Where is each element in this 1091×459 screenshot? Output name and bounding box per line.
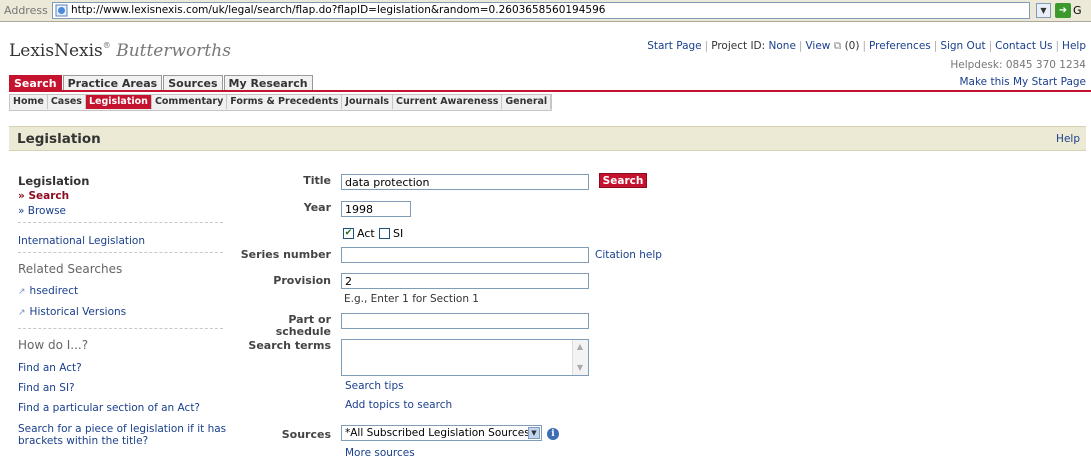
nav-international-link[interactable]: International Legislation	[18, 235, 145, 247]
logo-reg: ®	[102, 41, 111, 50]
provision-hint: E.g., Enter 1 for Section 1	[344, 293, 479, 305]
section-header: Legislation Help	[9, 126, 1086, 151]
sources-label: Sources	[281, 428, 331, 441]
nav-browse-link[interactable]: » Browse	[18, 205, 66, 217]
subtab-current-awareness[interactable]: Current Awareness	[393, 95, 503, 109]
nav-divider	[18, 222, 223, 223]
view-link[interactable]: View	[805, 40, 830, 52]
subtab-journals[interactable]: Journals	[342, 95, 394, 109]
address-field[interactable]: http://www.lexisnexis.com/uk/legal/searc…	[52, 2, 1030, 19]
find-si-link[interactable]: Find an SI?	[18, 382, 75, 394]
tab-practice-areas[interactable]: Practice Areas	[62, 75, 163, 91]
help-link[interactable]: Help	[1062, 40, 1086, 52]
tab-sources[interactable]: Sources	[163, 75, 223, 91]
find-brackets-link[interactable]: Search for a piece of legislation if it …	[18, 423, 226, 447]
search-terms-label: Search terms	[248, 339, 331, 352]
si-checkbox[interactable]	[379, 228, 390, 239]
make-start-page-link[interactable]: Make this My Start Page	[959, 76, 1086, 88]
nav-title: Legislation	[18, 174, 90, 188]
nav-historical[interactable]: ↗ Historical Versions	[18, 306, 126, 318]
external-link-icon: ↗	[18, 308, 26, 318]
textarea-scrollbar[interactable]: ▲ ▼	[572, 340, 588, 375]
sources-selected-value: *All Subscribed Legislation Sources	[345, 427, 530, 439]
sub-tabs: Home Cases Legislation Commentary Forms …	[9, 94, 553, 111]
address-url: http://www.lexisnexis.com/uk/legal/searc…	[71, 4, 606, 16]
view-count: (0)	[844, 40, 860, 52]
year-input[interactable]: 1998	[341, 201, 411, 217]
page-icon	[55, 4, 68, 17]
sources-select[interactable]: *All Subscribed Legislation Sources ▼	[341, 425, 542, 441]
external-link-icon: ↗	[18, 287, 26, 297]
project-id-label: Project ID:	[711, 40, 766, 52]
find-brackets-line-2: brackets within the title?	[18, 435, 149, 447]
citation-help-link[interactable]: Citation help	[595, 249, 662, 261]
start-page-link[interactable]: Start Page	[647, 40, 701, 52]
subtab-legislation[interactable]: Legislation	[85, 95, 152, 109]
preferences-link[interactable]: Preferences	[869, 40, 931, 52]
chevron-down-icon[interactable]: ▼	[528, 427, 540, 439]
part-schedule-label: Part or schedule	[230, 314, 331, 338]
provision-input[interactable]: 2	[341, 273, 589, 289]
search-terms-textarea[interactable]: ▲ ▼	[341, 339, 589, 376]
sign-out-link[interactable]: Sign Out	[940, 40, 985, 52]
year-label: Year	[303, 201, 331, 214]
logo-main: LexisNexis	[9, 41, 103, 61]
nav-hsedirect[interactable]: ↗ hsedirect	[18, 285, 78, 297]
find-section-link[interactable]: Find a particular section of an Act?	[18, 402, 200, 414]
hsedirect-link[interactable]: hsedirect	[30, 285, 79, 297]
subtab-commentary[interactable]: Commentary	[152, 95, 228, 109]
contact-us-link[interactable]: Contact Us	[995, 40, 1052, 52]
title-input[interactable]: data protection	[341, 174, 589, 190]
how-do-i-heading: How do I...?	[18, 338, 89, 352]
act-checkbox-label: Act	[357, 227, 375, 240]
add-topics-link[interactable]: Add topics to search	[345, 399, 452, 411]
nav-search-link[interactable]: » Search	[18, 190, 69, 202]
project-id-value[interactable]: None	[769, 40, 796, 52]
part-schedule-input[interactable]	[341, 313, 589, 329]
top-links: Start Page | Project ID: None | View ⧉ (0) | P…	[647, 40, 1086, 52]
nav-divider	[18, 252, 223, 253]
search-button[interactable]: Search	[599, 173, 647, 188]
related-searches-heading: Related Searches	[18, 262, 123, 276]
series-number-label: Series number	[240, 248, 331, 261]
scroll-up-icon[interactable]: ▲	[575, 342, 585, 352]
subtab-home[interactable]: Home	[10, 95, 48, 109]
logo-sub: Butterworths	[116, 41, 231, 61]
go-button[interactable]: ➜	[1055, 3, 1071, 18]
browser-address-bar: Address http://www.lexisnexis.com/uk/leg…	[0, 0, 1091, 22]
series-number-input[interactable]	[341, 247, 589, 263]
historical-versions-link[interactable]: Historical Versions	[30, 306, 127, 318]
si-checkbox-label: SI	[393, 227, 404, 240]
go-label[interactable]: G	[1073, 4, 1082, 17]
scroll-down-icon[interactable]: ▼	[575, 363, 585, 373]
provision-label: Provision	[273, 274, 331, 287]
subtab-cases[interactable]: Cases	[48, 95, 86, 109]
section-help-link[interactable]: Help	[1056, 133, 1080, 145]
address-label: Address	[4, 4, 48, 17]
view-icon: ⧉	[833, 40, 842, 52]
logo: LexisNexis® Butterworths	[9, 41, 231, 61]
search-tips-link[interactable]: Search tips	[345, 380, 404, 392]
find-brackets-line-1: Search for a piece of legislation if it …	[18, 423, 227, 435]
subtab-general[interactable]: General	[502, 95, 552, 109]
part-label-line-2: schedule	[275, 325, 331, 338]
main-tabs: Search Practice Areas Sources My Researc…	[9, 75, 314, 91]
subtab-forms-precedents[interactable]: Forms & Precedents	[227, 95, 343, 109]
act-checkbox[interactable]: ✔	[343, 228, 354, 239]
info-icon[interactable]: i	[547, 428, 559, 440]
find-act-link[interactable]: Find an Act?	[18, 362, 82, 374]
page-title: Legislation	[17, 131, 101, 147]
title-label: Title	[303, 174, 331, 187]
address-dropdown-button[interactable]: ▼	[1036, 3, 1051, 18]
tab-divider	[9, 90, 1091, 92]
tab-search[interactable]: Search	[9, 75, 62, 91]
tab-my-research[interactable]: My Research	[223, 75, 313, 91]
helpdesk-text: Helpdesk: 0845 370 1234	[950, 59, 1086, 71]
more-sources-link[interactable]: More sources	[345, 447, 415, 459]
nav-divider	[18, 328, 223, 329]
